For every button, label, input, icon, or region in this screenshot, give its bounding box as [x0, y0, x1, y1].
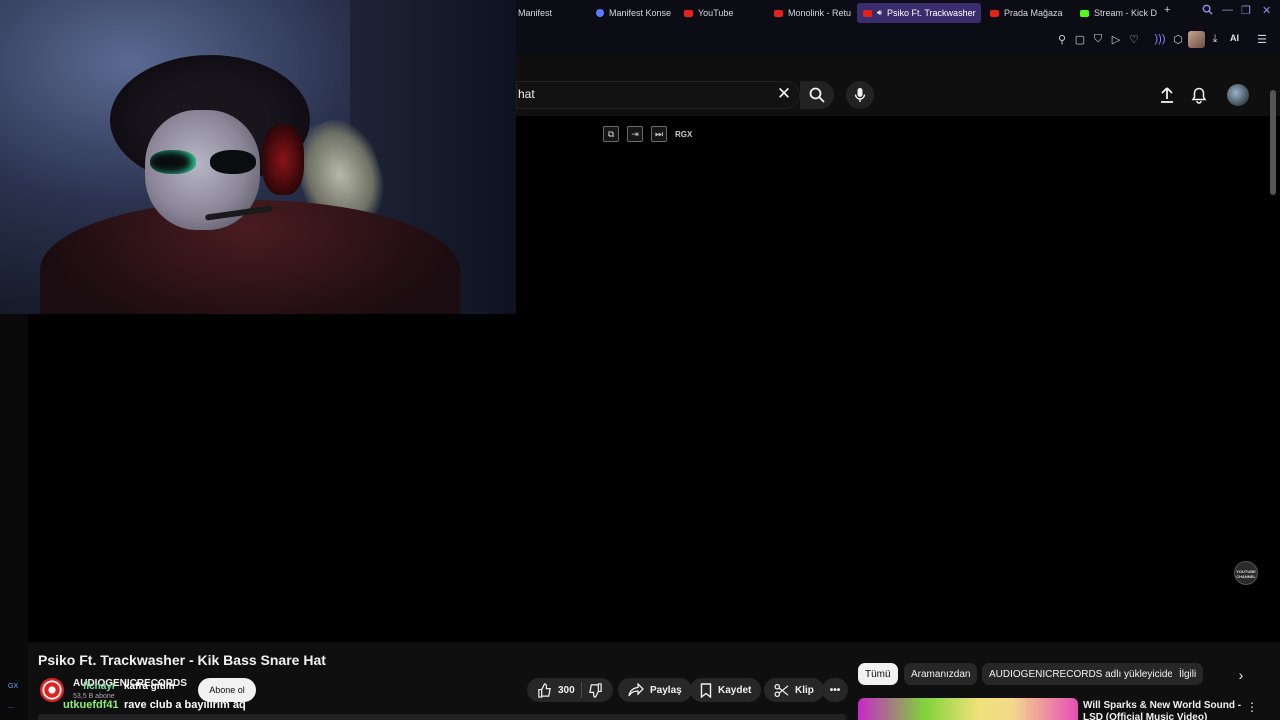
tab-label: Monolink - Retu — [788, 8, 852, 18]
channel-avatar[interactable] — [40, 678, 64, 702]
youtube-icon — [990, 9, 999, 17]
save-button[interactable]: Kaydet — [690, 678, 762, 702]
heart-icon[interactable]: ♡ — [1126, 31, 1142, 47]
chat-message: kafra gitim — [124, 681, 175, 692]
save-label: Kaydet — [718, 684, 752, 696]
player-overlay-controls: ⧉ ⇥ ⏭ RGX — [603, 126, 692, 142]
tab-manifest-konser[interactable]: Manifest Konse — [590, 3, 676, 23]
recommendation-title[interactable]: Will Sparks & New World Sound - LSD (Off… — [1083, 700, 1243, 720]
more-vertical-icon[interactable]: ⋮ — [1246, 700, 1258, 714]
share-label: Paylaş — [650, 684, 682, 696]
tab-prada[interactable]: Prada Mağaza — [984, 3, 1072, 23]
like-separator — [580, 682, 582, 698]
menu-icon[interactable]: ☰ — [1254, 31, 1270, 47]
chip-related[interactable]: İlgili — [1172, 663, 1204, 685]
tab-monolink[interactable]: Monolink - Retu — [768, 3, 854, 23]
share-button[interactable]: Paylaş — [618, 678, 692, 702]
globe-icon — [596, 9, 604, 17]
tab-psiko-active[interactable]: 🔊︎ Psiko Ft. Trackwasher — [857, 3, 981, 23]
video-title: Psiko Ft. Trackwasher - Kik Bass Snare H… — [38, 652, 326, 668]
tab-label: Prada Mağaza — [1004, 8, 1063, 18]
mic-icon — [854, 88, 866, 102]
screenshot-icon[interactable]: ▢ — [1072, 31, 1088, 47]
extensions-icon[interactable]: ⬡ — [1170, 31, 1186, 47]
recommendation-thumbnail[interactable] — [858, 698, 1078, 720]
clip-label: Klip — [795, 684, 814, 696]
youtube-icon — [863, 9, 872, 17]
share-icon — [628, 683, 644, 697]
chip-all[interactable]: Tümü — [858, 663, 898, 685]
chat-badge: GX — [8, 683, 19, 690]
pin-icon[interactable]: ⚲ — [1054, 31, 1070, 47]
kick-icon — [1080, 9, 1089, 17]
download-icon[interactable]: ⤓ — [1207, 31, 1223, 47]
account-avatar[interactable] — [1227, 84, 1249, 106]
youtube-icon — [684, 9, 693, 17]
play-icon[interactable]: ▷ — [1108, 31, 1124, 47]
channel-watermark[interactable]: YOUTUBE CHANNEL — [1234, 561, 1258, 585]
webcam-sunglasses — [150, 150, 260, 176]
chat-username: utkuefdf41 — [63, 699, 119, 711]
ai-button[interactable]: AI — [1230, 33, 1239, 43]
close-window-icon[interactable]: ✕ — [1262, 4, 1271, 17]
chevron-right-icon[interactable]: › — [1232, 666, 1250, 684]
chip-from-search[interactable]: Aramanızdan — [904, 663, 978, 685]
like-button[interactable]: 300 — [537, 682, 575, 698]
tab-label: Stream - Kick D — [1094, 8, 1158, 18]
youtube-icon — [774, 9, 783, 17]
bookmark-icon — [700, 682, 712, 698]
notifications-bell-icon[interactable] — [1189, 85, 1209, 105]
chip-from-uploader[interactable]: AUDIOGENICRECORDS adlı yükleyiciden — [982, 663, 1186, 685]
webcam-headset — [262, 125, 304, 195]
shield-icon[interactable]: ⛉ — [1090, 31, 1106, 47]
audio-icon[interactable]: ))) — [1152, 31, 1168, 47]
maximize-icon[interactable]: ❐ — [1241, 4, 1251, 17]
search-button[interactable] — [800, 81, 834, 109]
new-tab-button[interactable]: + — [1164, 4, 1170, 16]
profile-avatar[interactable] — [1188, 31, 1205, 48]
dislike-button[interactable] — [588, 682, 603, 698]
search-query[interactable]: hat — [518, 87, 535, 101]
scissors-icon — [774, 683, 789, 697]
more-horizontal-icon: ••• — [829, 684, 841, 696]
speed-control[interactable]: RGX — [675, 130, 692, 139]
tab-label: YouTube — [698, 8, 734, 18]
search-icon — [809, 87, 825, 103]
video-player-top[interactable] — [516, 116, 1270, 314]
watermark-line2: CHANNEL — [1236, 574, 1256, 579]
minimize-icon[interactable]: — — [1222, 4, 1233, 16]
search-tabs-icon[interactable] — [1202, 4, 1213, 18]
more-actions-button[interactable]: ••• — [822, 678, 848, 702]
upload-icon[interactable] — [1157, 85, 1177, 105]
clip-button[interactable]: Klip — [764, 678, 824, 702]
chat-more: ... — [8, 703, 14, 710]
enter-icon[interactable]: ⇥ — [627, 126, 643, 142]
chat-sidebar-strip — [0, 314, 28, 720]
thumbs-down-icon — [588, 682, 602, 698]
video-player[interactable] — [28, 314, 1270, 642]
tab-kick-stream[interactable]: Stream - Kick D — [1074, 3, 1160, 23]
chat-message: rave club a bayılırım aq — [124, 699, 246, 711]
tab-label: Manifest — [518, 8, 553, 18]
like-dislike-group: 300 — [527, 678, 613, 702]
clear-search-icon[interactable]: ✕ — [775, 85, 793, 103]
popout-icon[interactable]: ⧉ — [603, 126, 619, 142]
skip-next-icon[interactable]: ⏭ — [651, 126, 667, 142]
webcam-overlay — [0, 0, 516, 314]
voice-search-button[interactable] — [846, 81, 874, 109]
tab-label: Manifest Konse — [609, 8, 672, 18]
thumbs-up-icon — [538, 682, 551, 698]
tab-manifest[interactable]: Manifest — [512, 3, 592, 23]
like-count: 300 — [558, 684, 575, 696]
tab-youtube[interactable]: YouTube — [678, 3, 768, 23]
description-box-edge[interactable] — [38, 714, 846, 720]
search-input[interactable] — [516, 81, 800, 109]
tab-label: Psiko Ft. Trackwasher — [887, 8, 976, 18]
chat-username: ficnayr — [83, 681, 116, 692]
speaker-icon: 🔊︎ — [877, 8, 883, 17]
page-scrollbar[interactable] — [1270, 90, 1276, 195]
